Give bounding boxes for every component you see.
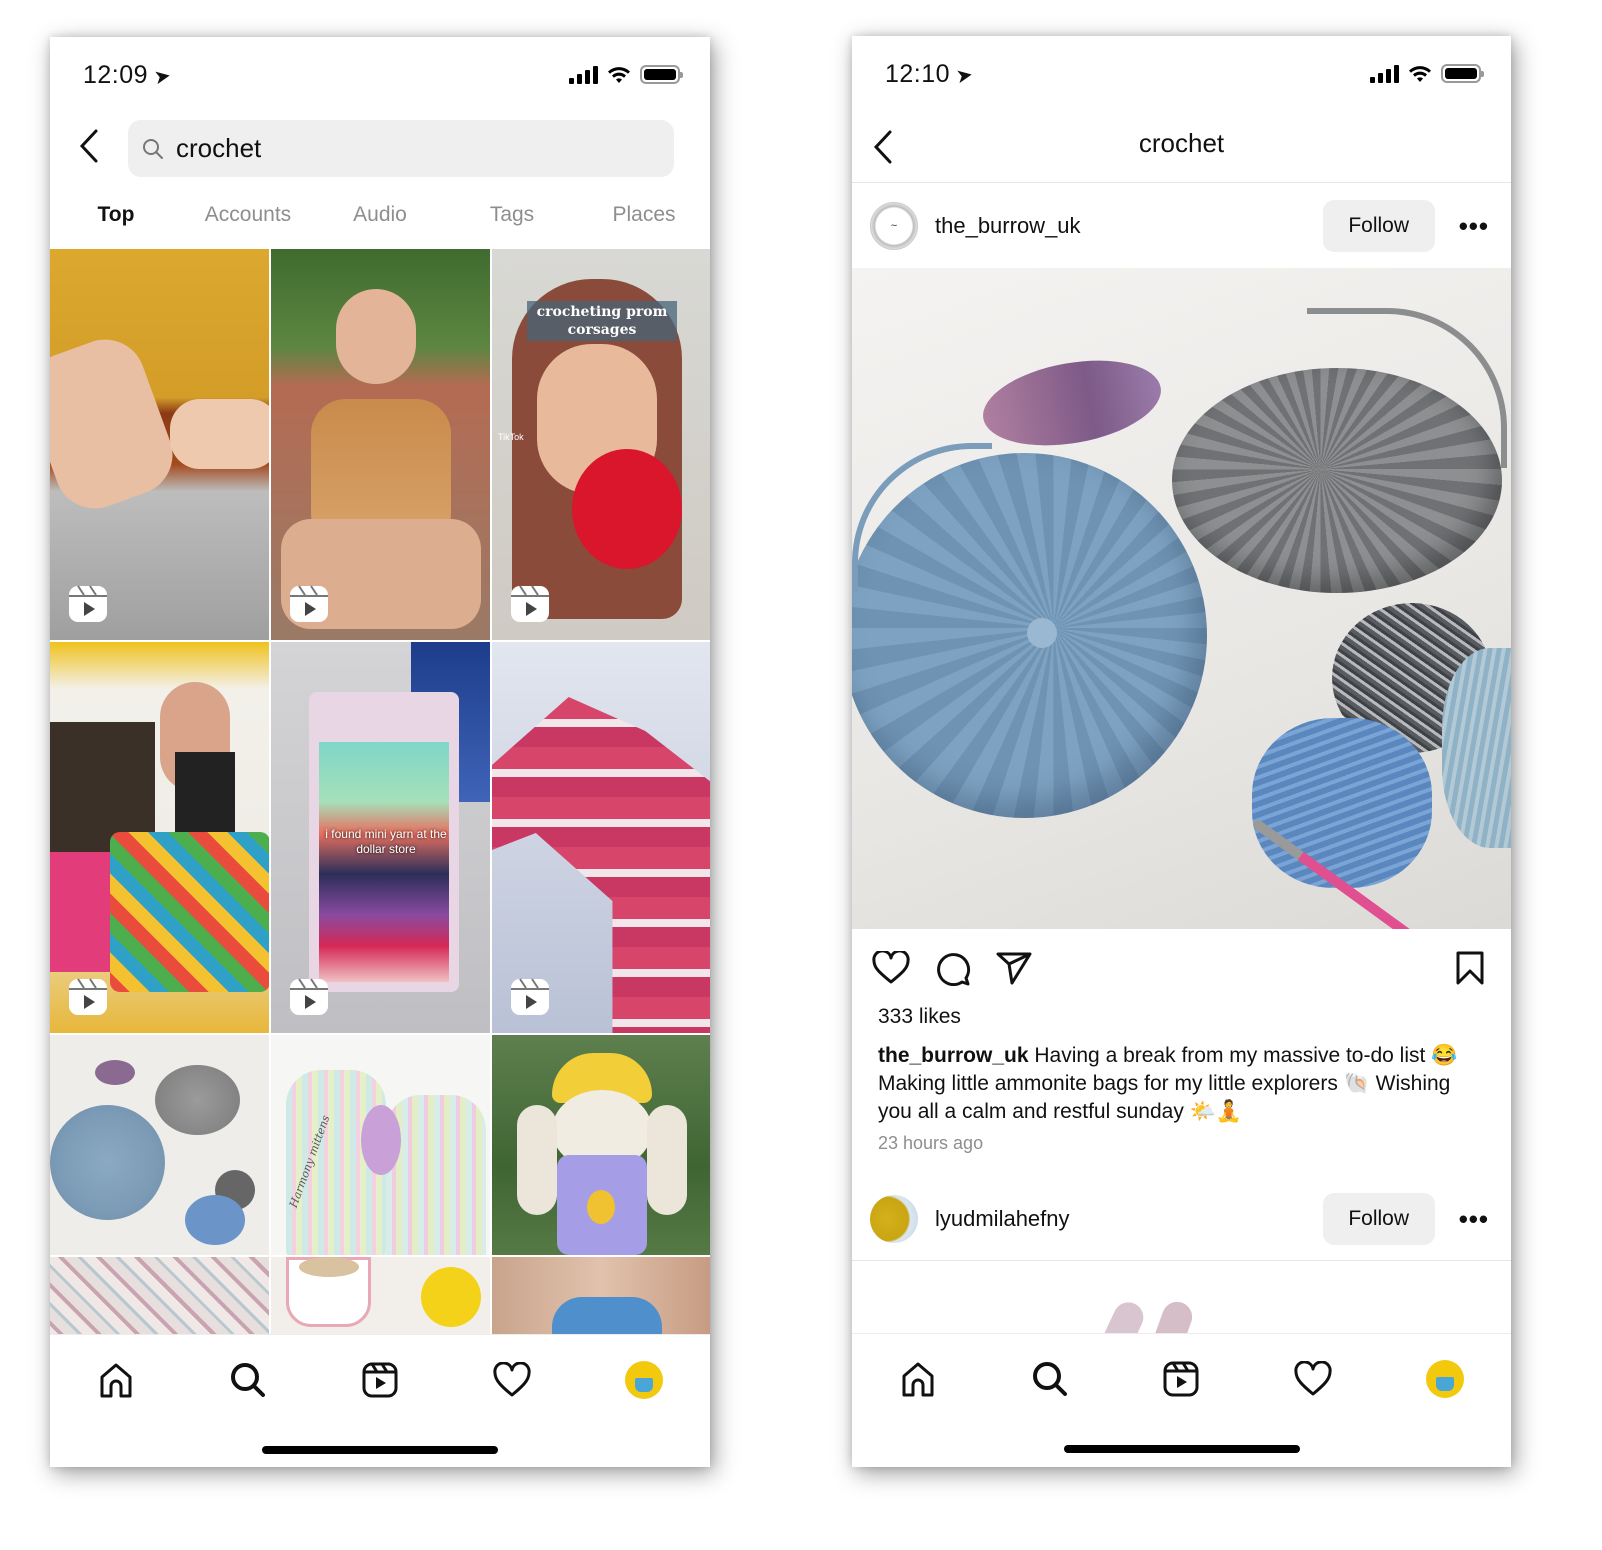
comment-button[interactable] bbox=[935, 950, 971, 986]
grid-tile-prom-corsages[interactable]: crocheting prom corsages TikTok bbox=[492, 249, 710, 640]
search-tabs: Top Accounts Audio Tags Places bbox=[50, 197, 710, 251]
location-arrow-icon: ➤ bbox=[152, 64, 174, 90]
more-options-button[interactable]: ••• bbox=[1459, 1204, 1489, 1235]
battery-icon bbox=[1441, 64, 1484, 83]
profile-avatar bbox=[625, 1360, 663, 1399]
grid-tile-crochet-top[interactable] bbox=[271, 249, 490, 640]
reels-badge-icon bbox=[511, 585, 549, 622]
nav-activity[interactable] bbox=[482, 1350, 542, 1410]
post-username[interactable]: the_burrow_uk bbox=[935, 213, 1323, 239]
grid-tile-blue-top[interactable] bbox=[492, 1257, 710, 1334]
post-caption: the_burrow_uk Having a break from my mas… bbox=[878, 1042, 1488, 1126]
cellular-signal-icon bbox=[1370, 64, 1399, 83]
search-icon bbox=[1032, 1361, 1067, 1396]
likes-count[interactable]: 333 likes bbox=[878, 1005, 961, 1029]
grid-tile-ammonite-bags[interactable] bbox=[50, 1035, 269, 1255]
post-username[interactable]: lyudmilahefny bbox=[935, 1206, 1323, 1232]
wifi-icon bbox=[1409, 65, 1431, 82]
battery-icon bbox=[640, 65, 683, 84]
cellular-signal-icon bbox=[569, 65, 598, 84]
avatar[interactable]: ~ bbox=[870, 202, 918, 250]
reels-badge-icon bbox=[69, 585, 107, 622]
search-input-container[interactable] bbox=[128, 120, 674, 177]
nav-reels[interactable] bbox=[1151, 1349, 1211, 1409]
home-indicator[interactable] bbox=[262, 1446, 498, 1454]
follow-button[interactable]: Follow bbox=[1322, 1193, 1435, 1245]
nav-profile[interactable] bbox=[614, 1350, 674, 1410]
next-post-header: lyudmilahefny Follow ••• bbox=[852, 1177, 1511, 1261]
post-image[interactable] bbox=[852, 268, 1511, 929]
tab-places[interactable]: Places bbox=[578, 197, 710, 249]
grid-tile-granny-bag[interactable] bbox=[50, 642, 269, 1033]
tile-caption: i found mini yarn at the dollar store bbox=[325, 827, 447, 856]
tab-top[interactable]: Top bbox=[50, 197, 182, 251]
home-icon bbox=[902, 1362, 934, 1396]
post-header: ~ the_burrow_uk Follow ••• bbox=[852, 184, 1511, 268]
back-button[interactable] bbox=[78, 129, 100, 170]
reels-badge-icon bbox=[290, 585, 328, 622]
heart-icon bbox=[872, 951, 910, 984]
grid-tile-bunny[interactable] bbox=[492, 1035, 710, 1255]
share-button[interactable] bbox=[996, 951, 1032, 985]
reels-icon bbox=[362, 1362, 398, 1397]
explore-grid: crocheting prom corsages TikTok i found … bbox=[50, 249, 710, 1334]
reels-icon bbox=[1163, 1361, 1199, 1396]
nav-home[interactable] bbox=[888, 1349, 948, 1409]
status-time: 12:09 ➤ bbox=[83, 61, 174, 90]
tab-audio[interactable]: Audio bbox=[314, 197, 446, 249]
post-screen: 12:10 ➤ crochet ~ the_burrow_uk Follow ••… bbox=[852, 36, 1511, 1467]
bottom-nav bbox=[852, 1333, 1511, 1423]
home-indicator[interactable] bbox=[1063, 1445, 1300, 1453]
home-icon bbox=[100, 1363, 132, 1397]
grid-tile-mittens[interactable]: Harmony mittens bbox=[271, 1035, 490, 1255]
avatar[interactable] bbox=[870, 1195, 918, 1243]
tab-accounts[interactable]: Accounts bbox=[182, 197, 314, 249]
status-bar: 12:10 ➤ bbox=[852, 36, 1511, 116]
heart-icon bbox=[1294, 1360, 1332, 1395]
reels-badge-icon bbox=[69, 978, 107, 1015]
comment-icon bbox=[937, 953, 971, 986]
nav-activity[interactable] bbox=[1283, 1349, 1343, 1409]
nav-profile[interactable] bbox=[1415, 1349, 1475, 1409]
tab-tags[interactable]: Tags bbox=[446, 197, 578, 249]
grid-tile-crochet-hands[interactable] bbox=[50, 249, 269, 640]
search-icon bbox=[143, 138, 163, 159]
more-options-button[interactable]: ••• bbox=[1459, 211, 1489, 242]
bookmark-icon bbox=[1456, 951, 1484, 985]
grid-tile-floral-blanket[interactable] bbox=[50, 1257, 269, 1334]
follow-button[interactable]: Follow bbox=[1322, 200, 1435, 252]
post-timestamp: 23 hours ago bbox=[878, 1133, 984, 1153]
nav-reels[interactable] bbox=[350, 1350, 410, 1410]
heart-icon bbox=[493, 1361, 531, 1396]
status-bar: 12:09 ➤ bbox=[50, 37, 710, 117]
reels-badge-icon bbox=[290, 978, 328, 1015]
save-button[interactable] bbox=[1455, 951, 1485, 985]
page-title: crochet bbox=[1138, 128, 1225, 158]
bottom-nav bbox=[50, 1334, 710, 1424]
location-arrow-icon: ➤ bbox=[954, 63, 976, 89]
status-time: 12:10 ➤ bbox=[885, 60, 976, 89]
grid-tile-pink-sweater[interactable] bbox=[492, 642, 710, 1033]
like-button[interactable] bbox=[872, 951, 910, 985]
nav-home[interactable] bbox=[86, 1350, 146, 1410]
tile-caption: crocheting prom corsages bbox=[527, 301, 677, 341]
tiktok-watermark: TikTok bbox=[498, 432, 524, 442]
reels-badge-icon bbox=[511, 978, 549, 1015]
header-divider bbox=[852, 182, 1511, 183]
caption-username[interactable]: the_burrow_uk bbox=[878, 1044, 1029, 1067]
grid-tile-mini-yarn[interactable]: i found mini yarn at the dollar store bbox=[271, 642, 490, 1033]
nav-search[interactable] bbox=[218, 1350, 278, 1410]
send-icon bbox=[996, 952, 1032, 985]
nav-search[interactable] bbox=[1020, 1349, 1080, 1409]
search-icon bbox=[231, 1362, 265, 1397]
profile-avatar bbox=[1426, 1359, 1465, 1398]
next-post-image[interactable] bbox=[852, 1261, 1511, 1333]
search-screen: 12:09➤ Top Accounts Audio Tags Places bbox=[50, 37, 710, 1467]
search-input[interactable] bbox=[176, 133, 636, 164]
grid-tile-bee-mug[interactable] bbox=[271, 1257, 490, 1334]
wifi-icon bbox=[608, 66, 630, 83]
post-actions bbox=[872, 948, 1485, 988]
